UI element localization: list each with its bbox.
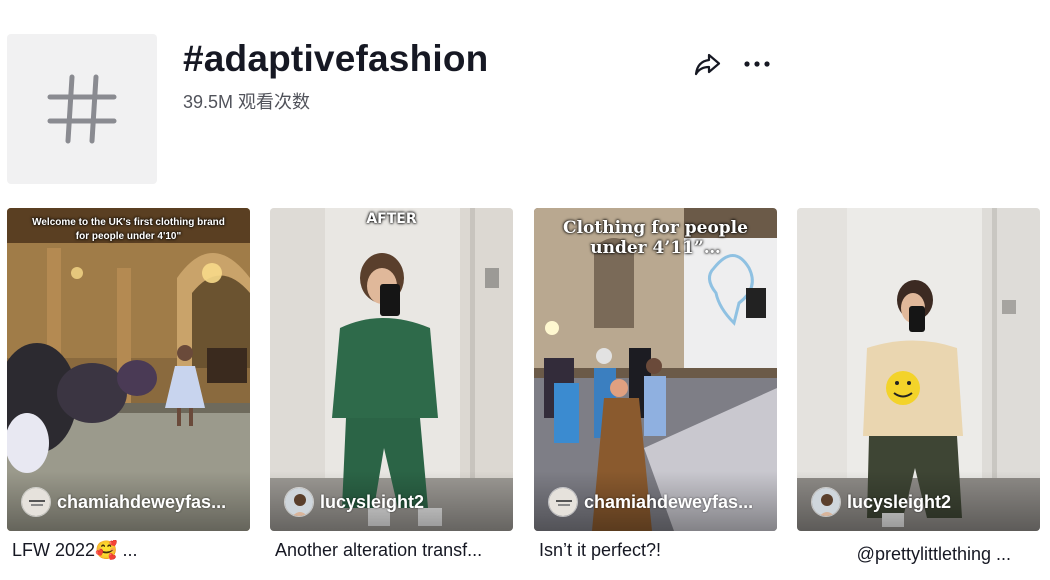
video-thumbnail[interactable]: AFTER lucysleight2 (270, 208, 513, 531)
video-card[interactable]: Welcome to the UK's first clothing brand… (7, 208, 250, 560)
video-overlay-text: Clothing for people under 4’11”… (563, 218, 748, 258)
author-link[interactable]: lucysleight2 (811, 487, 951, 517)
more-horizontal-icon (744, 61, 770, 67)
video-thumbnail[interactable]: Clothing for people under 4’11”… chamiah… (534, 208, 777, 531)
author-link[interactable]: chamiahdeweyfas... (548, 487, 753, 517)
more-options-button[interactable] (740, 48, 774, 80)
hashtag-cover (7, 34, 157, 184)
author-name: chamiahdeweyfas... (57, 491, 227, 512)
video-thumbnail[interactable]: lucysleight2 (797, 208, 1040, 531)
avatar (548, 487, 578, 517)
video-caption[interactable]: Isn’t it perfect?! (539, 540, 774, 561)
author-link[interactable]: chamiahdeweyfas... (21, 487, 226, 517)
avatar (811, 487, 841, 517)
video-overlay-text: AFTER (366, 211, 417, 227)
share-button[interactable] (691, 48, 723, 80)
author-link[interactable]: lucysleight2 (284, 487, 424, 517)
video-caption[interactable]: Another alteration transf... (275, 540, 510, 561)
video-card[interactable]: lucysleight2 ﾠﾠﾠ @prettylittlething ... (797, 208, 1040, 564)
video-card[interactable]: AFTER lucysleight2 Another alteration tr… (270, 208, 513, 560)
video-caption[interactable]: LFW 2022🥰 ... (12, 540, 247, 561)
author-name: chamiahdeweyfas... (584, 491, 754, 512)
share-icon (694, 53, 721, 76)
view-count: 39.5M 观看次数 (183, 92, 311, 112)
video-thumbnail[interactable]: Welcome to the UK's first clothing brand… (7, 208, 250, 531)
video-caption[interactable]: ﾠﾠﾠ @prettylittlething ... (802, 540, 1037, 566)
page-title: #adaptivefashion (183, 38, 489, 79)
avatar (21, 487, 51, 517)
author-name: lucysleight2 (320, 491, 425, 512)
author-name: lucysleight2 (847, 491, 952, 512)
avatar (284, 487, 314, 517)
video-card[interactable]: Clothing for people under 4’11”… chamiah… (534, 208, 777, 560)
hashtag-icon (47, 74, 117, 144)
video-overlay-text: Welcome to the UK's first clothing brand… (32, 217, 225, 242)
